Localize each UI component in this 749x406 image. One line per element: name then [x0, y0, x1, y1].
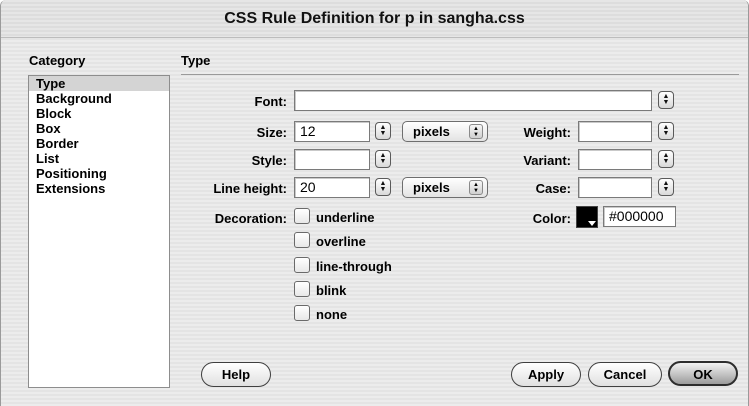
case-label: Case: — [535, 181, 571, 196]
weight-stepper-icon[interactable]: ▲ ▼ — [658, 122, 674, 140]
line-height-field[interactable]: 20 — [294, 177, 370, 198]
variant-stepper-icon[interactable]: ▲ ▼ — [658, 150, 674, 168]
none-checkbox[interactable] — [294, 305, 310, 321]
size-label: Size: — [256, 125, 287, 140]
blink-checkbox[interactable] — [294, 281, 310, 297]
style-stepper-icon[interactable]: ▲ ▼ — [375, 150, 391, 168]
font-label: Font: — [254, 94, 287, 109]
css-rule-dialog: CSS Rule Definition for p in sangha.css … — [0, 0, 749, 406]
category-item-positioning[interactable]: Positioning — [29, 166, 169, 181]
decoration-label: Decoration: — [214, 211, 287, 226]
none-label: none — [316, 307, 348, 322]
size-field[interactable]: 12 — [294, 121, 370, 142]
variant-field[interactable] — [578, 149, 652, 170]
style-label: Style: — [251, 153, 287, 168]
size-unit-value: pixels — [413, 124, 450, 139]
size-stepper-icon[interactable]: ▲ ▼ — [375, 122, 391, 140]
color-swatch[interactable] — [576, 206, 598, 228]
line-height-stepper-icon[interactable]: ▲ ▼ — [375, 178, 391, 196]
size-unit-select[interactable]: pixels ▲ ▼ — [402, 121, 488, 142]
window-title: CSS Rule Definition for p in sangha.css — [1, 0, 748, 38]
color-label: Color: — [532, 211, 571, 226]
panel-title: Type — [181, 53, 211, 68]
ok-button[interactable]: OK — [668, 361, 738, 386]
weight-label: Weight: — [523, 125, 571, 140]
weight-field[interactable] — [578, 121, 652, 142]
category-list[interactable]: Type Background Block Box Border List Po… — [28, 75, 170, 388]
apply-button[interactable]: Apply — [511, 362, 581, 387]
line-through-checkbox[interactable] — [294, 257, 310, 273]
line-height-unit-select[interactable]: pixels ▲ ▼ — [402, 177, 488, 198]
font-stepper-icon[interactable]: ▲ ▼ — [658, 91, 674, 109]
blink-label: blink — [316, 283, 347, 298]
font-field[interactable] — [294, 90, 652, 111]
line-height-unit-value: pixels — [413, 180, 450, 195]
overline-checkbox[interactable] — [294, 232, 310, 248]
variant-label: Variant: — [523, 153, 571, 168]
help-button[interactable]: Help — [201, 362, 271, 387]
triangle-down-icon — [588, 221, 596, 226]
category-item-type[interactable]: Type — [29, 76, 169, 91]
category-item-background[interactable]: Background — [29, 91, 169, 106]
color-field[interactable]: #000000 — [603, 206, 676, 227]
cancel-button[interactable]: Cancel — [588, 362, 662, 387]
line-through-label: line-through — [316, 259, 392, 274]
category-heading: Category — [29, 53, 86, 68]
category-item-block[interactable]: Block — [29, 106, 169, 121]
underline-checkbox[interactable] — [294, 208, 310, 224]
style-field[interactable] — [294, 149, 370, 170]
category-item-border[interactable]: Border — [29, 136, 169, 151]
category-item-extensions[interactable]: Extensions — [29, 181, 169, 196]
case-stepper-icon[interactable]: ▲ ▼ — [658, 178, 674, 196]
category-item-box[interactable]: Box — [29, 121, 169, 136]
panel-divider — [181, 74, 739, 75]
category-item-list[interactable]: List — [29, 151, 169, 166]
underline-label: underline — [316, 210, 375, 225]
case-field[interactable] — [578, 177, 652, 198]
overline-label: overline — [316, 234, 366, 249]
line-height-label: Line height: — [213, 181, 287, 196]
